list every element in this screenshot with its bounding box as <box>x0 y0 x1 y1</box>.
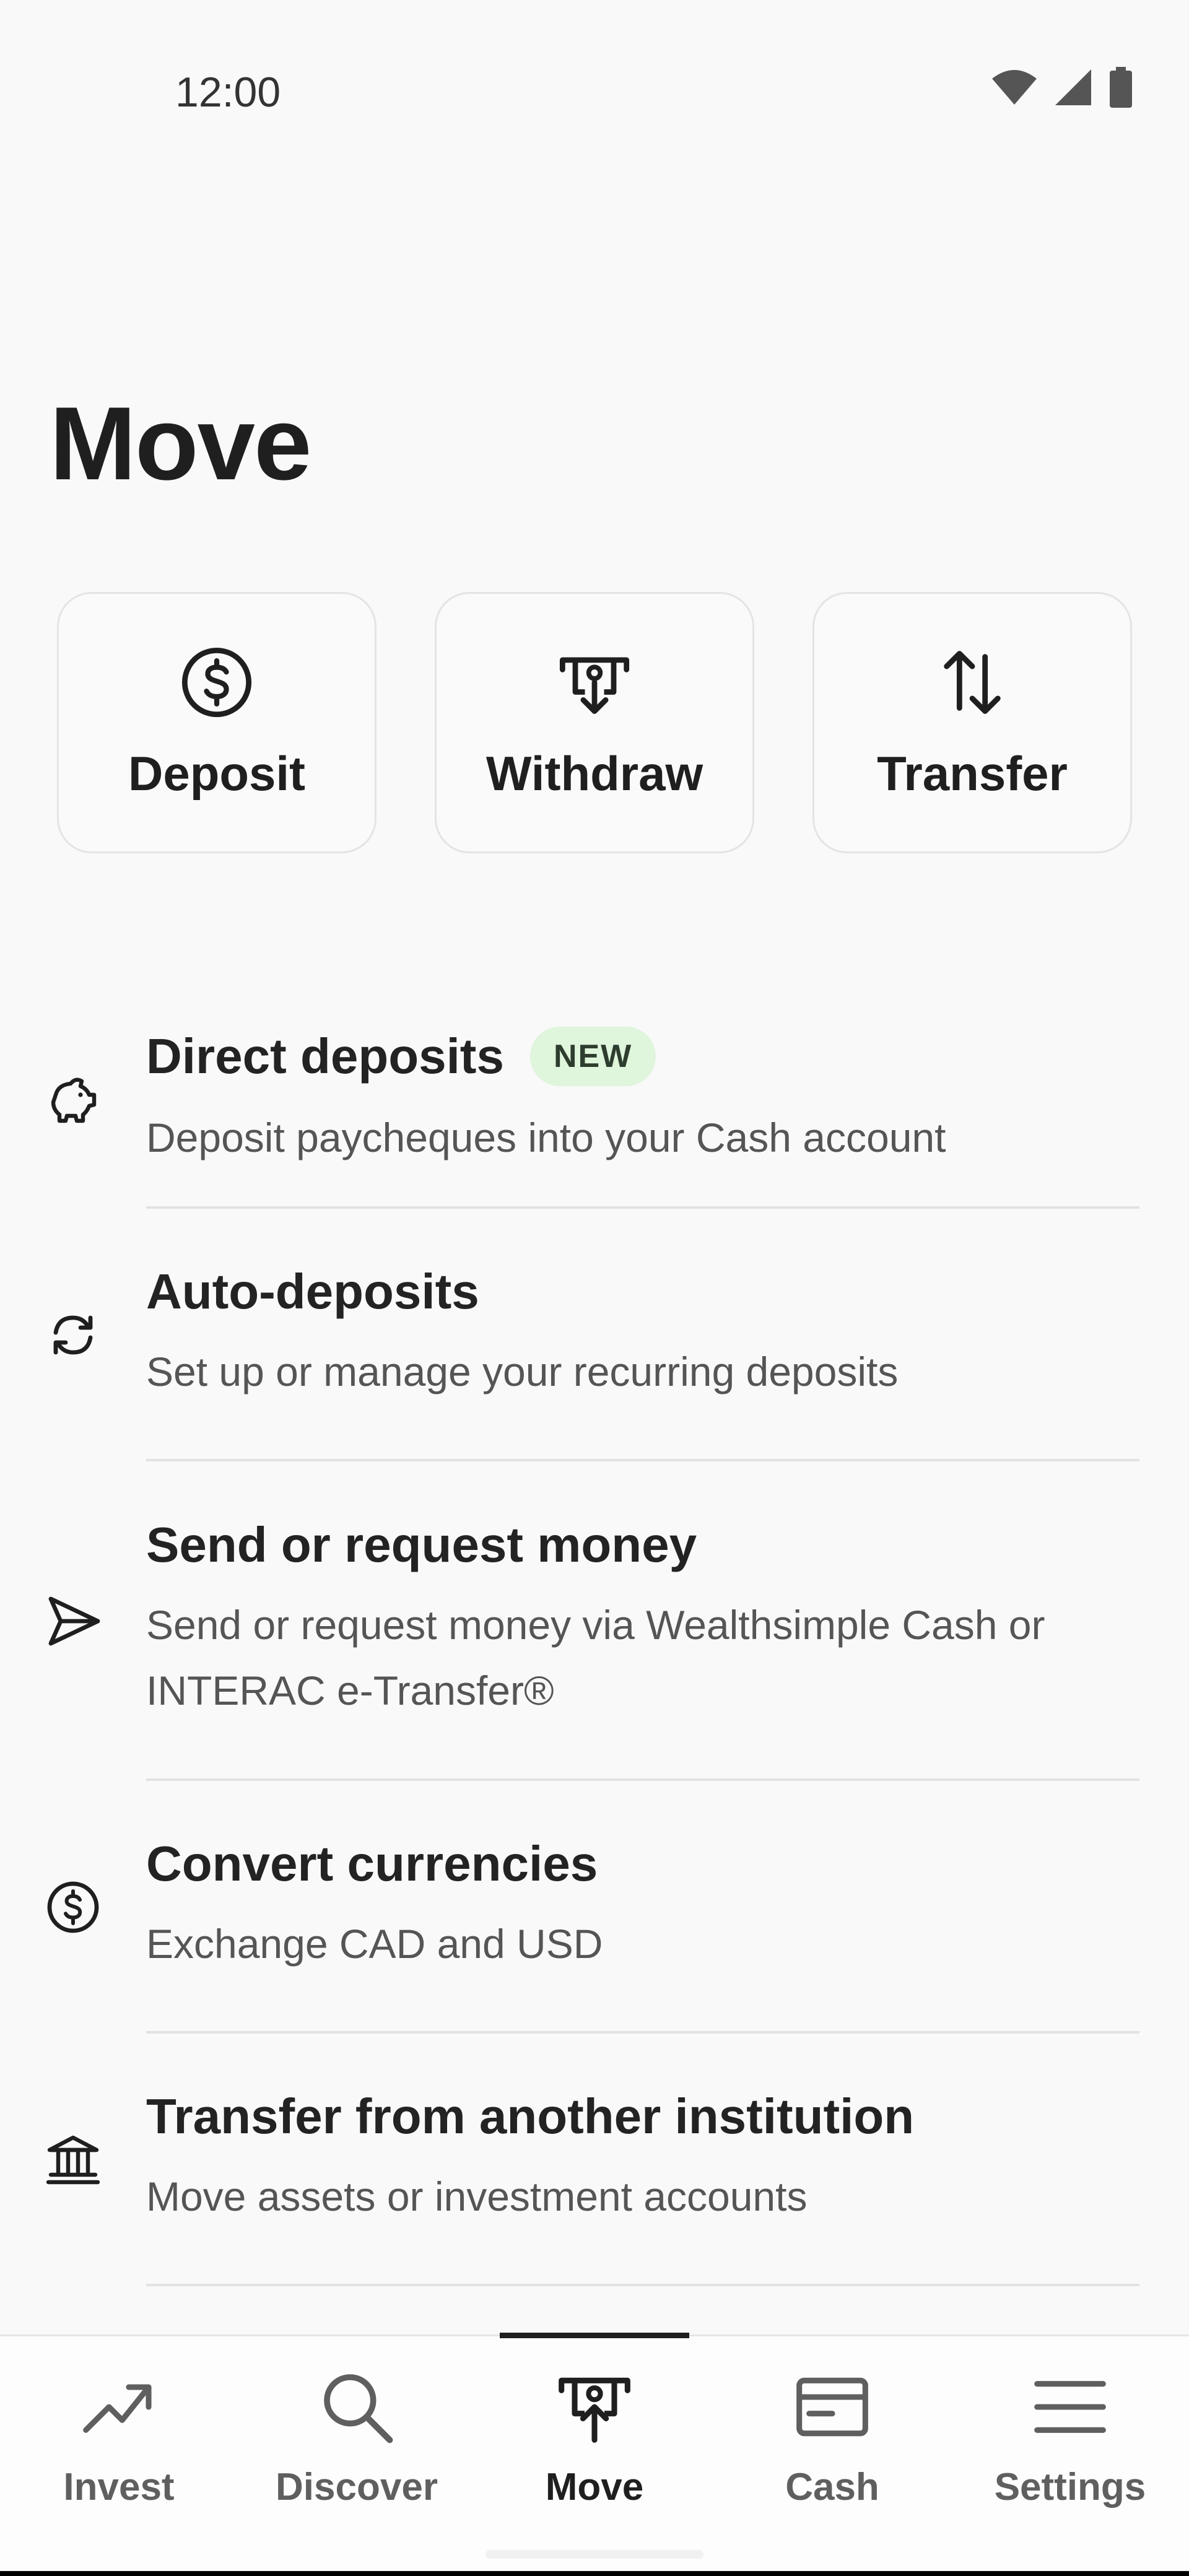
trending-up-icon <box>83 2384 152 2433</box>
gesture-handle[interactable] <box>486 2550 703 2559</box>
withdraw-label: Withdraw <box>486 746 703 801</box>
withdraw-icon <box>559 656 630 714</box>
menu-item-title: Direct deposits <box>146 1029 504 1084</box>
new-badge: NEW <box>529 1027 656 1086</box>
deposit-button[interactable]: Deposit <box>57 592 377 853</box>
transfer-button[interactable]: Transfer <box>812 592 1132 853</box>
menu-item-subtitle: Set up or manage your recurring deposits <box>146 1349 899 1395</box>
tab-label: Invest <box>63 2466 175 2509</box>
transfer-label: Transfer <box>877 746 1068 801</box>
withdraw-icon <box>559 2377 630 2443</box>
signal-icon <box>1055 69 1091 105</box>
piggy-bank-icon <box>51 1077 97 1123</box>
tab-invest[interactable]: Invest <box>0 2336 238 2570</box>
menu-item-direct-deposits[interactable]: Direct deposits NEW Deposit paycheques i… <box>0 991 1189 1209</box>
dollar-circle-icon <box>181 647 252 717</box>
tab-cash[interactable]: Cash <box>713 2336 951 2570</box>
recurring-icon <box>53 1315 93 1355</box>
status-bar: 12:00 <box>0 0 1189 186</box>
dollar-circle-icon <box>47 1881 99 1933</box>
deposit-label: Deposit <box>128 746 306 801</box>
menu-item-subtitle: Send or request money via Wealthsimple C… <box>146 1602 1045 1713</box>
withdraw-button[interactable]: Withdraw <box>435 592 754 853</box>
tab-label: Settings <box>994 2466 1146 2509</box>
menu-item-subtitle: Move assets or investment accounts <box>146 2174 808 2219</box>
tab-label: Move <box>545 2466 644 2509</box>
quick-actions: Deposit Withdraw Transfer <box>57 592 1132 853</box>
move-menu: Direct deposits NEW Deposit paycheques i… <box>0 991 1189 2286</box>
status-time: 12:00 <box>175 69 281 116</box>
tab-label: Cash <box>785 2466 879 2509</box>
menu-item-transfer-institution[interactable]: Transfer from another institution Move a… <box>0 2034 1189 2286</box>
search-icon <box>324 2374 393 2443</box>
status-icons <box>991 67 1133 108</box>
active-tab-indicator <box>500 2333 689 2338</box>
menu-item-title: Convert currencies <box>146 1836 598 1891</box>
tab-settings[interactable]: Settings <box>951 2336 1189 2570</box>
menu-item-title: Transfer from another institution <box>146 2089 915 2144</box>
menu-item-title: Send or request money <box>146 1517 697 1572</box>
tab-label: Discover <box>276 2466 438 2509</box>
bank-icon <box>46 2135 100 2185</box>
tab-move[interactable]: Move <box>476 2333 713 2570</box>
menu-item-subtitle: Deposit paycheques into your Cash accoun… <box>146 1115 946 1160</box>
send-icon <box>48 1596 100 1646</box>
tab-discover[interactable]: Discover <box>238 2336 476 2570</box>
transfer-arrows-icon <box>944 650 1001 714</box>
menu-item-title: Auto-deposits <box>146 1264 479 1319</box>
page-title: Move <box>50 385 311 502</box>
battery-icon <box>1110 67 1132 108</box>
bottom-tab-bar: Invest Discover Move Cash Settings <box>0 2333 1189 2570</box>
wifi-icon <box>992 70 1037 105</box>
card-icon <box>796 2377 868 2437</box>
menu-item-subtitle: Exchange CAD and USD <box>146 1921 603 1967</box>
menu-item-auto-deposits[interactable]: Auto-deposits Set up or manage your recu… <box>0 1209 1189 1461</box>
menu-item-convert-currencies[interactable]: Convert currencies Exchange CAD and USD <box>0 1781 1189 2034</box>
system-nav-bar <box>0 2571 1189 2576</box>
menu-item-send-request[interactable]: Send or request money Send or request mo… <box>0 1461 1189 1781</box>
menu-icon <box>1034 2381 1106 2433</box>
